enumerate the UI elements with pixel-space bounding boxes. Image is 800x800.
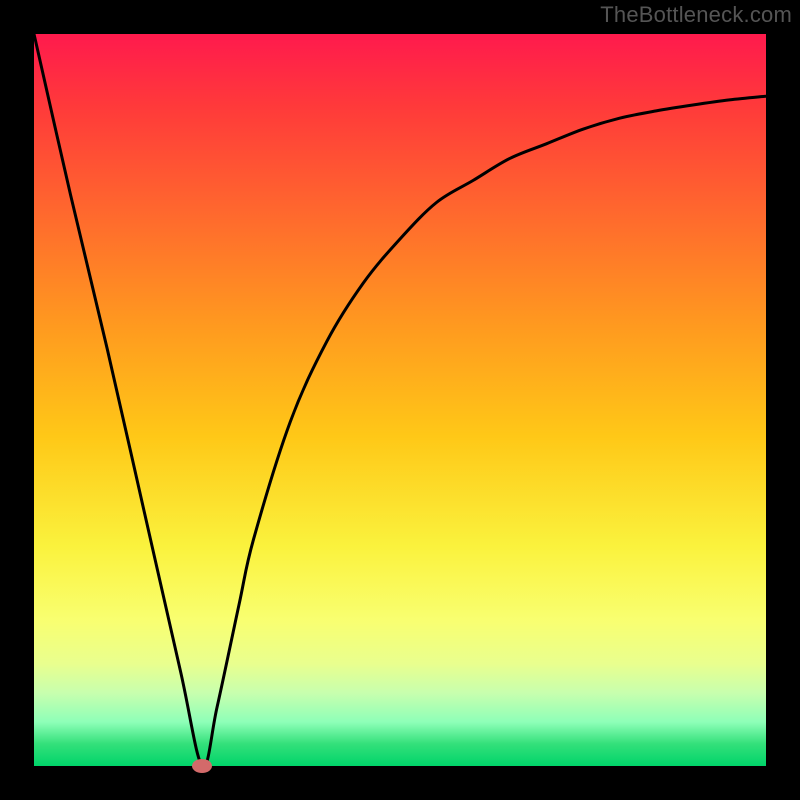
chart-frame: TheBottleneck.com — [0, 0, 800, 800]
curve-svg — [34, 34, 766, 766]
plot-area — [34, 34, 766, 766]
minimum-marker — [192, 759, 212, 773]
watermark-text: TheBottleneck.com — [600, 2, 792, 28]
bottleneck-curve-path — [34, 34, 766, 766]
